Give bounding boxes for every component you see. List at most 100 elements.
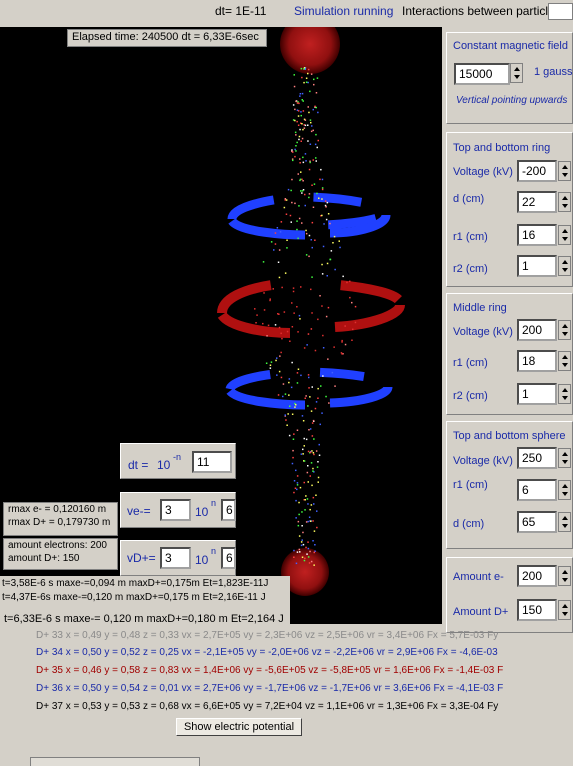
sph-r1-input[interactable]: 6 (517, 479, 557, 501)
tbr-voltage-input[interactable]: -200 (517, 160, 557, 182)
particle-dot (316, 526, 318, 529)
tbr-voltage-spinner[interactable] (558, 161, 571, 181)
particle-dot (312, 467, 314, 470)
particle-dot (307, 503, 309, 505)
tbr-r2-spinner[interactable] (558, 256, 571, 276)
particle-dot (305, 395, 307, 397)
magnetic-spinner[interactable] (510, 63, 523, 83)
particle-dot (301, 99, 303, 101)
particle-dot (282, 395, 284, 398)
ve-mantissa-input[interactable]: 3 (160, 499, 191, 521)
particle-dot (289, 340, 291, 342)
particle-dot (312, 520, 314, 522)
dt-input[interactable]: 11 (192, 451, 232, 473)
particle-dot (300, 114, 302, 117)
particle-dot (296, 220, 298, 222)
amount-e-input[interactable]: 200 (517, 565, 557, 587)
vd-mantissa-input[interactable]: 3 (160, 547, 191, 569)
particle-dot (293, 491, 295, 494)
tbr-r1-input[interactable]: 16 (517, 224, 557, 246)
mr-r1-input[interactable]: 18 (517, 350, 557, 372)
particle-dot (303, 68, 305, 70)
particle-dot (301, 415, 304, 417)
mr-r2-label: r2 (cm) (453, 390, 488, 402)
particle-dot (292, 290, 295, 293)
middle-ring (217, 277, 405, 338)
mr-r2-spinner[interactable] (558, 384, 571, 404)
particle-dot (318, 197, 320, 199)
particle-dot (309, 451, 312, 454)
particle-dot (308, 376, 310, 379)
tbr-r1-spinner[interactable] (558, 225, 571, 245)
particle-dot (314, 239, 316, 241)
particle-dot (312, 540, 314, 542)
tbr-r2-input[interactable]: 1 (517, 255, 557, 277)
particle-dot (341, 339, 343, 342)
particle-dot (294, 108, 296, 111)
particle-dot (310, 410, 313, 412)
particle-dot (307, 81, 309, 84)
particle-dot (295, 562, 298, 565)
particle-dot (307, 140, 309, 142)
tbr-d-spinner[interactable] (558, 192, 571, 212)
particle-dot (254, 308, 256, 310)
particle-dot (294, 487, 297, 489)
particle-dot (297, 237, 299, 240)
particle-dot (301, 178, 303, 181)
particle-dot (278, 326, 281, 329)
particle-dot (280, 376, 283, 379)
mr-r1-spinner[interactable] (558, 351, 571, 371)
particle-dot (293, 556, 295, 558)
vd-exponent: n (211, 546, 217, 556)
amount-d-input[interactable]: 150 (517, 599, 557, 621)
particle-dot (299, 128, 301, 131)
particle-dot (278, 370, 281, 373)
table-row: D+ 33 x = 0,49 y = 0,48 z = 0,33 vx = 2,… (36, 630, 498, 641)
sph-voltage-spinner[interactable] (558, 448, 571, 468)
amount-e-spinner[interactable] (558, 566, 571, 586)
magnetic-input[interactable]: 15000 (454, 63, 510, 85)
particle-dot (311, 276, 313, 278)
particle-dot (303, 127, 306, 129)
sph-voltage-input[interactable]: 250 (517, 447, 557, 469)
particle-dot (284, 272, 287, 274)
tbr-r1-label: r1 (cm) (453, 231, 488, 243)
show-electric-potential-button[interactable]: Show electric potential (176, 718, 302, 736)
particle-dot (312, 452, 315, 454)
particle-dot (310, 239, 312, 241)
particle-dot (315, 401, 318, 403)
vd-exponent-input[interactable]: 6 (221, 547, 236, 569)
particle-dot (278, 249, 281, 251)
particle-dot (317, 139, 319, 142)
particle-dot (322, 347, 325, 349)
vd-base: 10 (195, 553, 209, 567)
particle-dot (341, 353, 343, 355)
particle-dot (308, 111, 310, 114)
particle-dot (307, 465, 309, 467)
particle-dot (297, 331, 299, 333)
amount-d-spinner[interactable] (558, 600, 571, 620)
particle-dot (305, 232, 308, 235)
particle-dot (300, 140, 302, 142)
ve-exponent-input[interactable]: 6 (221, 499, 236, 521)
particle-dot (293, 433, 295, 435)
interactions-checkbox[interactable] (548, 3, 573, 20)
particle-dot (298, 102, 300, 105)
sph-d-spinner[interactable] (558, 512, 571, 532)
particle-dot (322, 334, 324, 337)
particle-dot (313, 453, 315, 456)
particle-dot (321, 305, 323, 307)
mr-voltage-spinner[interactable] (558, 320, 571, 340)
particle-dot (351, 301, 353, 304)
particle-dot (300, 190, 302, 192)
sph-r1-spinner[interactable] (558, 480, 571, 500)
particle-dot (286, 424, 288, 426)
tbr-d-input[interactable]: 22 (517, 191, 557, 213)
particle-dot (330, 250, 333, 252)
table-row: D+ 37 x = 0,53 y = 0,53 z = 0,68 vx = 6,… (36, 701, 498, 712)
particle-dot (351, 339, 353, 341)
sph-d-input[interactable]: 65 (517, 511, 557, 533)
particle-dot (296, 484, 299, 486)
mr-voltage-input[interactable]: 200 (517, 319, 557, 341)
mr-r2-input[interactable]: 1 (517, 383, 557, 405)
